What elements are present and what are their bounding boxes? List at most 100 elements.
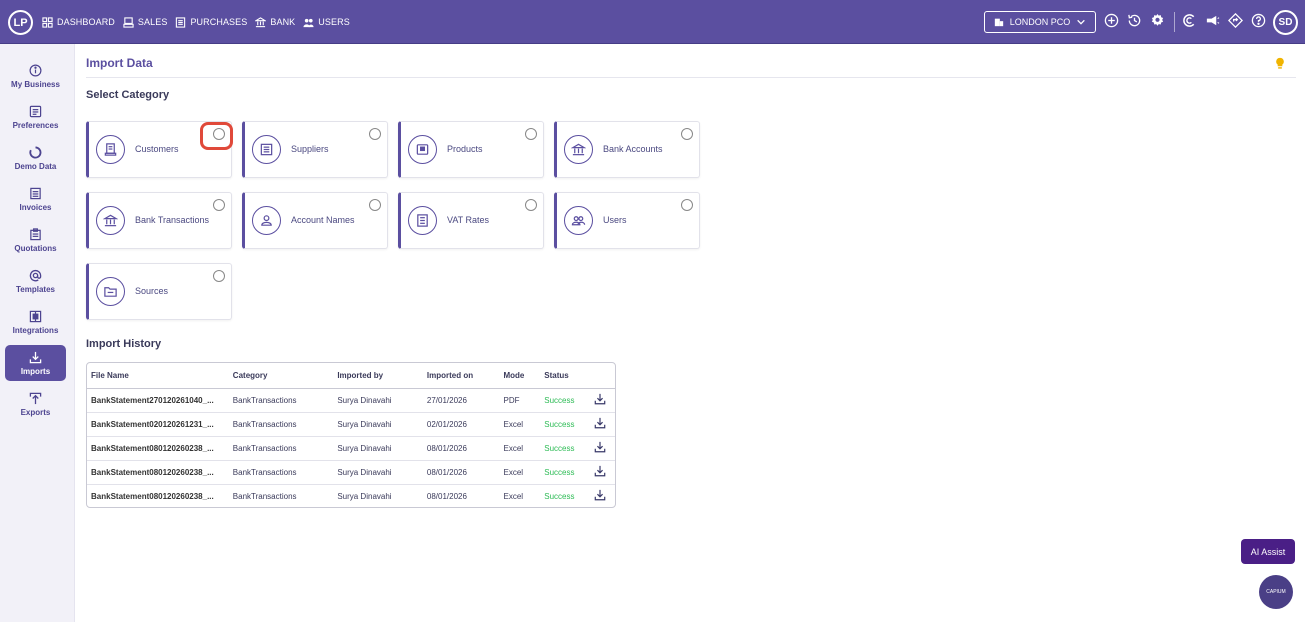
category-radio[interactable] <box>681 199 693 211</box>
history-icon[interactable] <box>1127 13 1142 28</box>
category-label: Products <box>447 144 483 154</box>
main-content: Import Data Select Category Customers Su… <box>75 44 1305 622</box>
sidebar-item-label: Templates <box>16 284 55 294</box>
add-icon[interactable] <box>1104 13 1119 28</box>
help-icon[interactable] <box>1251 13 1266 28</box>
top-actions <box>1104 13 1165 28</box>
category-radio[interactable] <box>681 128 693 140</box>
chat-bubble-label: CAPIUM <box>1266 589 1286 595</box>
bank-icon <box>255 16 267 27</box>
table-row: BankStatement020120261231_... BankTransa… <box>87 412 615 437</box>
download-icon[interactable] <box>590 412 615 437</box>
file-name-cell: BankStatement080120260238_... <box>87 460 229 485</box>
column-header: Imported by <box>333 363 423 389</box>
file-name-cell: BankStatement080120260238_... <box>87 436 229 461</box>
at-icon <box>29 269 42 281</box>
megaphone-icon[interactable] <box>1205 13 1220 28</box>
category-card-vat-rates[interactable]: VAT Rates <box>398 192 544 249</box>
category-card-account-names[interactable]: Account Names <box>242 192 388 249</box>
category-card-users[interactable]: Users <box>554 192 700 249</box>
top-nav: DASHBOARD SALES PURCHASES BANK USERS <box>42 0 350 44</box>
column-header-actions <box>590 363 615 389</box>
category-cell: BankTransactions <box>228 460 334 485</box>
sidebar-item-label: Quotations <box>14 243 57 253</box>
capium-chat-button[interactable]: CAPIUM <box>1259 575 1293 609</box>
imported-by-cell: Surya Dinavahi <box>337 491 392 501</box>
table-row: BankStatement270120261040_... BankTransa… <box>87 388 615 413</box>
lightbulb-icon[interactable] <box>1274 57 1286 70</box>
category-card-products[interactable]: Products <box>398 121 544 178</box>
imported-by-cell: Surya Dinavahi <box>333 412 423 437</box>
imported-by-cell: Surya Dinavahi <box>333 460 423 485</box>
company-selector[interactable]: LONDON PCO <box>984 11 1096 33</box>
sidebar-item-imports[interactable]: Imports <box>5 345 66 381</box>
sidebar-item-templates[interactable]: Templates <box>5 263 66 299</box>
download-icon[interactable] <box>590 484 615 507</box>
top-divider <box>1174 12 1175 32</box>
sidebar-item-quotations[interactable]: Quotations <box>5 222 66 258</box>
sidebar-item-label: Invoices <box>19 202 52 212</box>
category-label: Suppliers <box>291 144 329 154</box>
nav-users[interactable]: USERS <box>303 17 350 28</box>
table-row: BankStatement080120260238_... BankTransa… <box>87 436 615 461</box>
sidebar-item-label: My Business <box>11 79 60 89</box>
category-cell: BankTransactions <box>228 388 334 413</box>
category-radio[interactable] <box>369 128 381 140</box>
nav-sales[interactable]: SALES <box>123 16 168 28</box>
top-bar: LP DASHBOARD SALES PURCHASES BANK USERS … <box>0 0 1305 44</box>
category-card-suppliers[interactable]: Suppliers <box>242 121 388 178</box>
sidebar-item-invoices[interactable]: Invoices <box>5 181 66 217</box>
directions-icon[interactable] <box>1228 13 1243 28</box>
download-icon[interactable] <box>590 388 615 413</box>
sidebar-item-label: Integrations <box>12 325 59 335</box>
ai-assist-button[interactable]: AI Assist <box>1241 539 1295 564</box>
sidebar-item-exports[interactable]: Exports <box>5 386 66 422</box>
sidebar-item-demo-data[interactable]: Demo Data <box>5 140 66 176</box>
document-icon <box>176 16 186 28</box>
user-avatar[interactable]: SD <box>1273 10 1298 35</box>
settings-icon[interactable] <box>1150 13 1165 28</box>
nav-dashboard-label: DASHBOARD <box>57 17 115 27</box>
category-radio[interactable] <box>525 128 537 140</box>
category-card-bank-transactions[interactable]: Bank Transactions <box>86 192 232 249</box>
capium-c-icon[interactable] <box>1182 13 1197 28</box>
status-cell: Success <box>540 412 591 437</box>
category-radio[interactable] <box>213 270 225 282</box>
imported-on-cell: 08/01/2026 <box>426 491 467 501</box>
sidebar-item-integrations[interactable]: Integrations <box>5 304 66 340</box>
imported-on-cell: 27/01/2026 <box>422 388 500 413</box>
download-icon[interactable] <box>590 436 615 461</box>
status-cell: Success <box>544 491 575 501</box>
bank-icon <box>96 206 125 235</box>
imported-on-cell: 08/01/2026 <box>422 436 500 461</box>
chevron-down-icon <box>1077 19 1086 25</box>
mode-cell: Excel <box>499 460 541 485</box>
category-card-sources[interactable]: Sources <box>86 263 232 320</box>
imported-by-cell: Surya Dinavahi <box>333 388 423 413</box>
nav-purchases-label: PURCHASES <box>190 17 248 27</box>
category-radio[interactable] <box>369 199 381 211</box>
imported-on-cell: 08/01/2026 <box>422 460 500 485</box>
nav-purchases[interactable]: PURCHASES <box>175 16 248 28</box>
brand-logo[interactable]: LP <box>8 10 33 35</box>
nav-dashboard[interactable]: DASHBOARD <box>42 16 115 28</box>
sidebar-item-my-business[interactable]: My Business <box>5 58 66 94</box>
category-card-bank-accounts[interactable]: Bank Accounts <box>554 121 700 178</box>
category-radio[interactable] <box>213 199 225 211</box>
category-label: VAT Rates <box>447 215 490 225</box>
nav-bank[interactable]: BANK <box>255 16 295 28</box>
category-label: Bank Accounts <box>603 144 663 154</box>
column-header: Status <box>540 363 591 389</box>
sidebar-item-preferences[interactable]: Preferences <box>5 99 66 135</box>
invoice-icon <box>30 187 41 199</box>
category-cell: BankTransactions <box>228 436 334 461</box>
building-icon <box>994 18 1003 27</box>
users-icon <box>564 206 593 235</box>
category-label: Customers <box>135 144 179 154</box>
table-header-row: File Name Category Imported by Imported … <box>87 363 615 389</box>
download-icon[interactable] <box>590 460 615 485</box>
category-label: Sources <box>135 286 169 296</box>
category-radio[interactable] <box>525 199 537 211</box>
radio-highlight-ring <box>200 122 233 150</box>
suppliers-icon <box>252 135 281 164</box>
